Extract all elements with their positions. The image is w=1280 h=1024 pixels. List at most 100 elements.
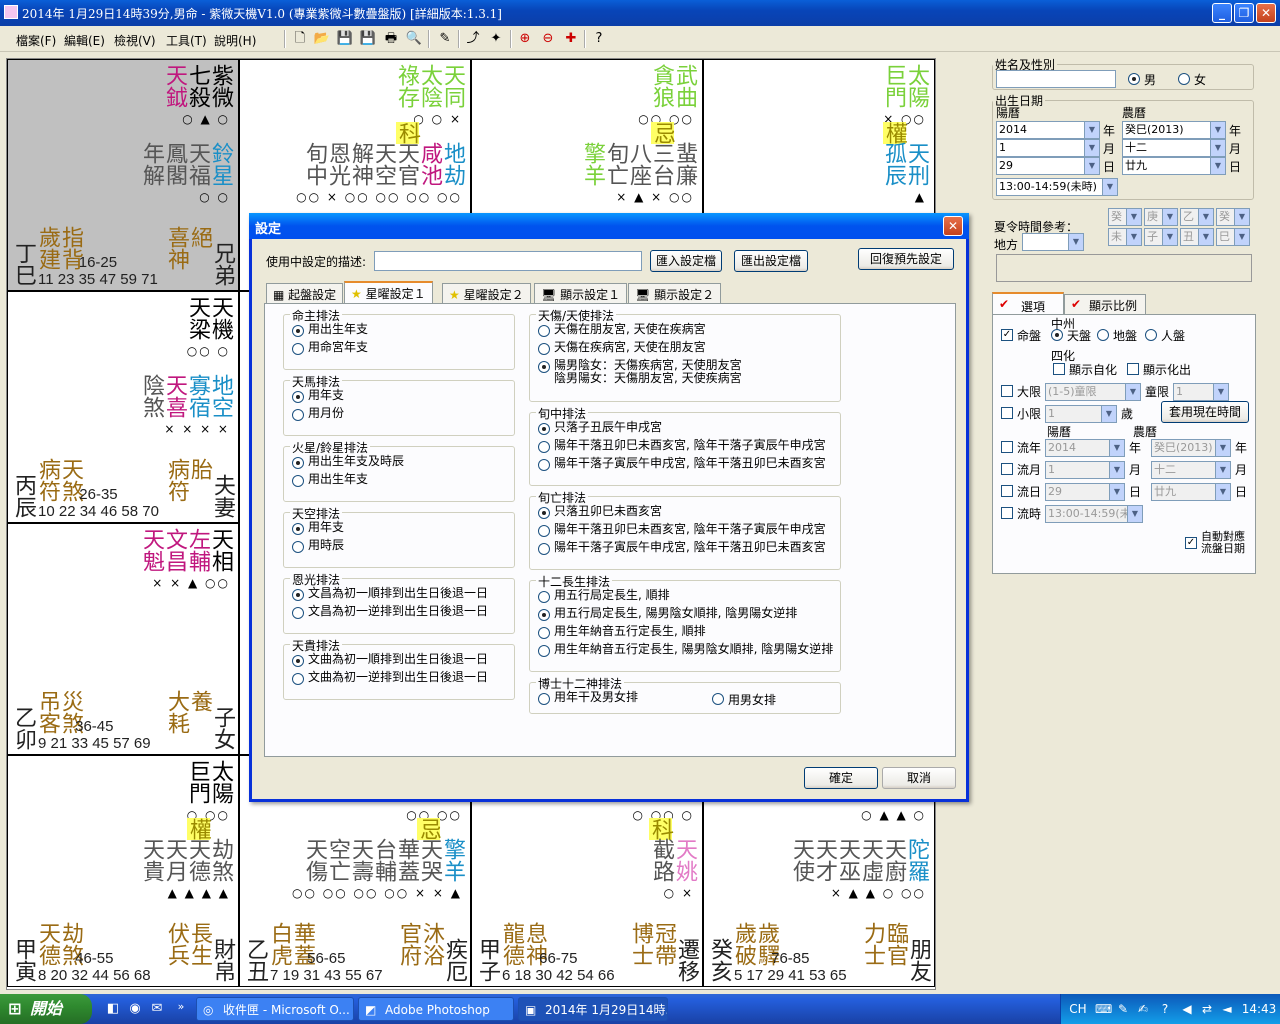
keyboard-icon[interactable]: ⌨ <box>1095 1001 1112 1017</box>
tab-display1[interactable]: 🖥 顯示設定１ <box>534 283 628 303</box>
help-tray-icon[interactable]: ? <box>1157 1001 1173 1017</box>
option-radio[interactable] <box>292 541 304 553</box>
option-radio[interactable] <box>292 673 304 685</box>
palace-cell[interactable]: 天機 天梁 ○○ ○ 地空 寡宿 天喜 陰煞 × × × × 天煞 病符胎病符 丙辰 夫妻 26-35 … <box>7 291 239 523</box>
tab-options[interactable]: ✔ 選項 <box>992 292 1064 314</box>
ok-button[interactable]: 確定 <box>804 767 878 789</box>
menu-edit[interactable]: 編輯(E) <box>64 32 105 49</box>
print-preview-icon[interactable]: 🔍 <box>405 30 423 48</box>
solar-day-select[interactable]: 29 ▼ <box>996 157 1100 175</box>
export-button[interactable]: 匯出設定檔 <box>734 250 808 272</box>
liushi-checkbox[interactable] <box>1001 507 1013 519</box>
apply-now-button[interactable]: 套用現在時間 <box>1161 401 1249 423</box>
option-radio[interactable] <box>292 589 304 601</box>
option-radio[interactable] <box>292 343 304 355</box>
task-ziwei[interactable]: ▣ 2014年 1月29日14時... <box>518 997 668 1021</box>
mingpan-checkbox[interactable]: ✓ <box>1001 329 1013 341</box>
import-button[interactable]: 匯入設定檔 <box>650 250 722 272</box>
highlight-icon[interactable]: ✦ <box>487 30 505 48</box>
save-as-icon[interactable]: 💾 <box>359 30 377 48</box>
lunar-year-select[interactable]: 癸巳(2013) ▼ <box>1122 121 1226 139</box>
tab-scale[interactable]: ✔ 顯示比例 <box>1064 294 1146 314</box>
menu-tools[interactable]: 工具(T) <box>166 32 207 49</box>
ime-icon[interactable]: ✍ <box>1135 1001 1151 1017</box>
pen-tray-icon[interactable]: ✎ <box>1115 1001 1131 1017</box>
option-radio[interactable] <box>538 543 550 555</box>
tab-xingyao2[interactable]: ★ 星曜設定２ <box>442 283 531 303</box>
option-radio[interactable] <box>538 591 550 603</box>
palace-cell[interactable]: 太陽 巨門 ○ ○○ 權劫煞 天德 天月 天貴 ▲ ▲ ▲ ▲ 劫煞 天德 長生 伏兵 甲寅 財帛 46-5… <box>7 755 239 987</box>
option-radio[interactable] <box>292 325 304 337</box>
zihua-checkbox[interactable] <box>1053 363 1065 375</box>
option-radio[interactable] <box>292 655 304 667</box>
name-input[interactable] <box>996 70 1116 88</box>
menu-help[interactable]: 說明(H) <box>214 32 256 49</box>
liunian-checkbox[interactable] <box>1001 441 1013 453</box>
zoom-out-icon[interactable]: ⊖ <box>539 30 557 48</box>
menu-file[interactable]: 檔案(F) <box>16 32 56 49</box>
maximize-button[interactable]: ❐ <box>1234 3 1254 23</box>
browser-icon[interactable]: ◉ <box>126 1000 144 1018</box>
open-icon[interactable]: 📂 <box>313 30 331 48</box>
option-radio[interactable] <box>538 361 550 373</box>
tab-xingyao1[interactable]: ★ 星曜設定１ <box>344 281 433 304</box>
print-icon[interactable]: 🖶 <box>382 30 400 48</box>
more-icon[interactable]: » <box>172 998 190 1016</box>
option-radio[interactable] <box>538 459 550 471</box>
new-icon[interactable]: 🗋 <box>291 30 309 48</box>
option-radio[interactable] <box>538 507 550 519</box>
start-button[interactable]: ⊞ 開始 <box>0 994 92 1024</box>
help-icon[interactable]: ? <box>590 30 608 48</box>
solar-month-select[interactable]: 1 ▼ <box>996 139 1100 157</box>
xiaoxian-checkbox[interactable] <box>1001 407 1013 419</box>
option-radio[interactable] <box>292 457 304 469</box>
liuyue-checkbox[interactable] <box>1001 463 1013 475</box>
place-select[interactable]: ▼ <box>1022 233 1084 251</box>
option-radio[interactable] <box>538 627 550 639</box>
task-photoshop[interactable]: ◩ Adobe Photoshop <box>358 997 514 1021</box>
pick-icon[interactable]: ⤴ <box>464 30 482 48</box>
option-radio[interactable] <box>538 343 550 355</box>
option-radio[interactable] <box>538 609 550 621</box>
option-radio[interactable] <box>292 475 304 487</box>
zoom-in-icon[interactable]: ⊕ <box>516 30 534 48</box>
menu-view[interactable]: 檢視(V) <box>114 32 156 49</box>
palace-cell[interactable]: 天相 左輔 文昌 天魁 × × ▲ ○○ 災煞 吊客養大耗 乙卯 子女 36-45 9 21 33… <box>7 523 239 755</box>
option-radio[interactable] <box>712 693 724 705</box>
option-radio[interactable] <box>292 523 304 535</box>
quicklaunch-icon[interactable]: ◧ <box>104 1000 122 1018</box>
male-radio[interactable] <box>1128 73 1140 85</box>
option-radio[interactable] <box>538 525 550 537</box>
lang-indicator[interactable]: CH <box>1067 1001 1089 1017</box>
option-radio[interactable] <box>538 325 550 337</box>
daxian-checkbox[interactable] <box>1001 385 1013 397</box>
dipan-radio[interactable] <box>1097 329 1109 341</box>
solar-year-select[interactable]: 2014 ▼ <box>996 121 1100 139</box>
auto-checkbox[interactable]: ✓ <box>1185 537 1197 549</box>
palace-cell[interactable]: 紫微 七殺 天鉞 ○ ▲ ○ 鈴星 天福 鳳閣 年解 ○ ○ 指背 歲建絕喜神 丁巳 兄弟 16-25 1… <box>7 59 239 291</box>
desc-input[interactable] <box>374 251 642 271</box>
renpan-radio[interactable] <box>1145 329 1157 341</box>
dialog-close-button[interactable]: ✕ <box>943 216 963 236</box>
target-icon[interactable]: ✚ <box>562 30 580 48</box>
minimize-button[interactable]: _ <box>1212 3 1232 23</box>
option-radio[interactable] <box>538 645 550 657</box>
huachu-checkbox[interactable] <box>1127 363 1139 375</box>
pen-icon[interactable]: ✎ <box>436 30 454 48</box>
option-radio[interactable] <box>292 607 304 619</box>
task-outlook[interactable]: ◎ 收件匣 - Microsoft O... <box>196 997 354 1021</box>
option-radio[interactable] <box>292 391 304 403</box>
save-icon[interactable]: 💾 <box>336 30 354 48</box>
hour-select[interactable]: 13:00-14:59(未時) ▼ <box>996 178 1118 196</box>
lunar-day-select[interactable]: 廿九 ▼ <box>1122 157 1226 175</box>
mail-icon[interactable]: ✉ <box>148 1000 166 1018</box>
network-icon[interactable]: ⇄ <box>1199 1001 1215 1017</box>
cancel-button[interactable]: 取消 <box>882 767 956 789</box>
option-radio[interactable] <box>538 693 550 705</box>
option-radio[interactable] <box>538 423 550 435</box>
reset-button[interactable]: 回復預先設定 <box>858 248 954 270</box>
female-radio[interactable] <box>1178 73 1190 85</box>
tab-qipan[interactable]: ▦ 起盤設定 <box>266 283 344 303</box>
liuri-checkbox[interactable] <box>1001 485 1013 497</box>
option-radio[interactable] <box>538 441 550 453</box>
